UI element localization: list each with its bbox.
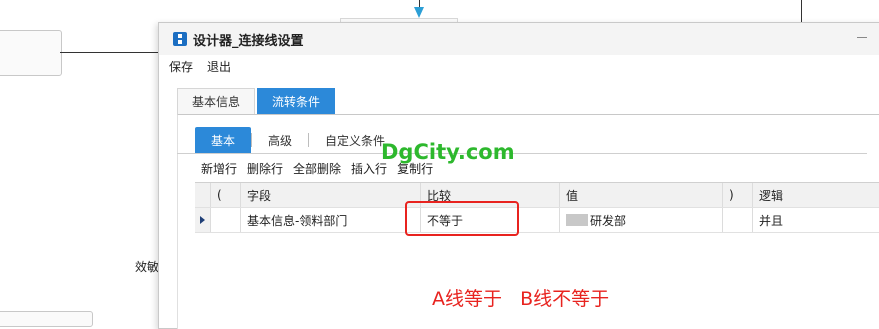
dialog-title: 设计器_连接线设置: [193, 33, 304, 49]
minimize-icon[interactable]: [857, 37, 867, 38]
cell-logic[interactable]: 并且: [753, 208, 879, 232]
column-header-value[interactable]: 值: [560, 183, 723, 207]
connector-line[interactable]: [60, 52, 160, 53]
menu-save[interactable]: 保存: [169, 58, 193, 75]
grid-header-row: ( 字段 比较 值 ) 逻辑: [195, 183, 879, 208]
flow-node-bottom[interactable]: [0, 311, 93, 327]
delete-row-button[interactable]: 删除行: [247, 160, 283, 177]
column-header-field[interactable]: 字段: [241, 183, 421, 207]
arrow-down-icon: [414, 7, 424, 18]
app-icon: [173, 32, 187, 46]
table-row[interactable]: 基本信息-领料部门 不等于 研发部 并且: [195, 208, 879, 233]
connector-line-right[interactable]: [801, 0, 802, 22]
cell-value[interactable]: 研发部: [560, 208, 723, 232]
row-indicator: [195, 208, 211, 232]
column-header-lparen[interactable]: (: [211, 183, 241, 207]
tab-flow-condition[interactable]: 流转条件: [257, 88, 336, 114]
menu-bar: 保存 退出: [159, 55, 879, 77]
redacted-block: [566, 214, 588, 226]
add-row-button[interactable]: 新增行: [201, 160, 237, 177]
column-header-logic[interactable]: 逻辑: [753, 183, 879, 207]
compare-highlight-box: [405, 201, 519, 236]
condition-grid: ( 字段 比较 值 ) 逻辑 基本信息-领料部门 不等于 研发部 并且: [195, 182, 879, 233]
cell-field[interactable]: 基本信息-领料部门: [241, 208, 421, 232]
inner-tab-strip: 基本 高级 自定义条件: [177, 127, 867, 154]
tab-advanced[interactable]: 高级: [252, 127, 308, 153]
flow-node-left[interactable]: [0, 30, 62, 76]
outer-tab-strip: 基本信息 流转条件: [177, 88, 336, 114]
site-watermark: DgCity.com: [381, 140, 515, 164]
column-header-rparen[interactable]: ): [723, 183, 753, 207]
dialog-titlebar[interactable]: 设计器_连接线设置: [159, 23, 879, 55]
delete-all-button[interactable]: 全部删除: [293, 160, 341, 177]
cell-lparen[interactable]: [211, 208, 241, 232]
cell-value-text: 研发部: [590, 213, 627, 228]
cell-rparen[interactable]: [723, 208, 753, 232]
tab-basic[interactable]: 基本: [195, 127, 252, 153]
menu-exit[interactable]: 退出: [207, 58, 231, 75]
node-label-partial: 效敏: [135, 260, 160, 274]
annotation-text: A线等于 B线不等于: [432, 288, 610, 310]
current-row-icon: [200, 216, 205, 224]
connection-settings-dialog: 设计器_连接线设置 保存 退出 基本信息 流转条件 基本 高级 自定义条件 新增…: [158, 22, 879, 329]
row-indicator-header: [195, 183, 211, 207]
tab-basic-info[interactable]: 基本信息: [177, 88, 256, 114]
